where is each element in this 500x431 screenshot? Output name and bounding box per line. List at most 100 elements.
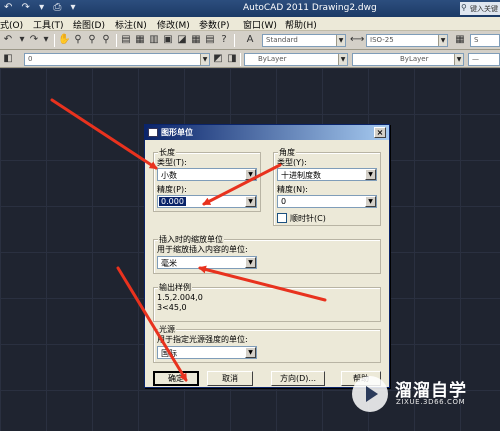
chevron-down-icon[interactable]: ▼ (245, 347, 256, 358)
close-icon[interactable]: × (374, 127, 386, 138)
zoom-previous-icon[interactable]: ⚲ (100, 34, 112, 46)
quick-access-toolbar[interactable]: ↶ ↷ ▾ ⎙ ▾ (4, 2, 79, 13)
dropdown-icon[interactable]: ▾ (40, 34, 52, 46)
menu-draw[interactable]: 绘图(D) (73, 18, 105, 31)
length-type-select[interactable]: 小数 ▼ (157, 168, 257, 181)
make-current-icon[interactable]: ◩ (212, 53, 224, 65)
chevron-down-icon[interactable]: ▼ (365, 169, 376, 180)
sample-output-group-title: 输出样例 (158, 283, 192, 292)
chevron-down-icon[interactable]: ▼ (245, 169, 256, 180)
toolbar-separator (234, 34, 235, 47)
layer-icon[interactable]: ◧ (2, 53, 14, 65)
zoom-window-icon[interactable]: ⚲ (86, 34, 98, 46)
lighting-group: 光源 用于指定光源强度的单位: 国际 ▼ (153, 325, 381, 363)
angle-group: 角度 类型(Y): 十进制度数 ▼ 精度(N): 0 ▼ 顺时针(C) (273, 148, 381, 226)
length-precision-select[interactable]: 0.000 ▼ (157, 195, 257, 208)
search-input[interactable]: ⚲ 键入关键 (460, 2, 500, 15)
sample-output-group: 输出样例 1.5,2.004,0 3<45,0 (153, 283, 381, 322)
quickcalc-icon[interactable]: ▤ (204, 34, 216, 46)
color-select[interactable]: ByLayer ▼ (244, 53, 348, 66)
dialog-app-icon (148, 128, 158, 137)
angle-type-label: 类型(Y): (277, 158, 307, 167)
chevron-down-icon[interactable]: ▼ (336, 35, 345, 46)
dropdown-icon[interactable]: ▾ (16, 34, 28, 46)
insertion-units-value: 毫米 (161, 259, 177, 268)
text-style-select[interactable]: Standard ▼ (262, 34, 346, 47)
length-group: 长度 类型(T): 小数 ▼ 精度(P): 0.000 ▼ (153, 148, 261, 212)
zoom-realtime-icon[interactable]: ⚲ (72, 34, 84, 46)
insertion-scale-group: 插入时的缩放单位 用于缩放插入内容的单位: 毫米 ▼ (153, 235, 381, 274)
dialog-title-bar[interactable]: 图形单位 × (145, 125, 389, 140)
chevron-down-icon[interactable]: ▼ (365, 196, 376, 207)
lineweight-select[interactable]: — (468, 53, 500, 66)
sample-output-line: 1.5,2.004,0 (157, 293, 203, 302)
linetype-value: ByLayer (400, 55, 429, 63)
window-title: AutoCAD 2011 Drawing2.dwg (243, 3, 377, 13)
watermark-url: ZIXUE.3D66.COM (396, 398, 466, 406)
linetype-select[interactable]: ByLayer ▼ (352, 53, 464, 66)
chevron-down-icon[interactable]: ▼ (438, 35, 447, 46)
search-icon: ⚲ (461, 3, 467, 12)
lighting-group-title: 光源 (158, 325, 176, 334)
layer-select[interactable]: 0 ▼ (24, 53, 210, 66)
angle-precision-select[interactable]: 0 ▼ (277, 195, 377, 208)
layer-previous-icon[interactable]: ◨ (226, 53, 238, 65)
undo-icon[interactable]: ↶ (2, 34, 14, 46)
watermark-logo (352, 376, 388, 412)
lighting-units-label: 用于指定光源强度的单位: (157, 335, 248, 344)
title-bar: ↶ ↷ ▾ ⎙ ▾ AutoCAD 2011 Drawing2.dwg ⚲ 键入… (0, 0, 500, 17)
chevron-down-icon[interactable]: ▼ (338, 54, 347, 65)
help-icon[interactable]: ? (218, 34, 230, 46)
dim-style-value: ISO-25 (370, 36, 394, 44)
pan-icon[interactable]: ✋ (58, 34, 70, 46)
tool-palettes-icon[interactable]: ▥ (148, 34, 160, 46)
menu-dimension[interactable]: 标注(N) (115, 18, 147, 31)
menu-help[interactable]: 帮助(H) (285, 18, 317, 31)
menu-tools[interactable]: 工具(T) (33, 18, 64, 31)
ok-button[interactable]: 确定 (153, 371, 199, 386)
insertion-scale-group-title: 插入时的缩放单位 (158, 235, 224, 244)
properties-icon[interactable]: ▤ (120, 34, 132, 46)
menu-modify[interactable]: 修改(M) (157, 18, 190, 31)
menu-parametric[interactable]: 参数(P) (199, 18, 229, 31)
toolbar-separator (54, 34, 55, 47)
search-placeholder: 键入关键 (470, 5, 498, 13)
redo-icon[interactable]: ↷ (28, 34, 40, 46)
length-type-value: 小数 (161, 171, 177, 180)
table-style-icon[interactable]: ▦ (454, 34, 466, 46)
chevron-down-icon[interactable]: ▼ (200, 54, 209, 65)
insertion-units-select[interactable]: 毫米 ▼ (157, 256, 257, 269)
chevron-down-icon[interactable]: ▼ (454, 54, 463, 65)
clockwise-label[interactable]: 顺时针(C) (290, 214, 326, 223)
table-style-select[interactable]: S (470, 34, 500, 47)
direction-button[interactable]: 方向(D)... (271, 371, 325, 386)
calculator-icon[interactable]: ▦ (190, 34, 202, 46)
length-group-title: 长度 (158, 148, 176, 157)
toolbar-separator (116, 34, 117, 47)
sheet-set-icon[interactable]: ▣ (162, 34, 174, 46)
chevron-down-icon[interactable]: ▼ (245, 196, 256, 207)
chevron-down-icon[interactable]: ▼ (245, 257, 256, 268)
lineweight-value: — (472, 55, 479, 63)
table-style-value: S (474, 36, 479, 44)
menu-window[interactable]: 窗口(W) (243, 18, 277, 31)
dim-style-icon[interactable]: ⟷ (350, 34, 364, 46)
dim-style-select[interactable]: ISO-25 ▼ (366, 34, 448, 47)
lighting-units-value: 国际 (161, 349, 177, 358)
layers-toolbar: ◧ 0 ▼ ◩ ◨ ByLayer ▼ ByLayer ▼ — (0, 50, 500, 68)
angle-type-value: 十进制度数 (281, 171, 321, 180)
clockwise-checkbox[interactable] (277, 213, 287, 223)
lighting-units-select[interactable]: 国际 ▼ (157, 346, 257, 359)
angle-group-title: 角度 (278, 148, 296, 157)
markup-icon[interactable]: ◪ (176, 34, 188, 46)
angle-precision-label: 精度(N): (277, 185, 308, 194)
angle-type-select[interactable]: 十进制度数 ▼ (277, 168, 377, 181)
length-precision-label: 精度(P): (157, 185, 187, 194)
menu-format[interactable]: 式(O) (0, 18, 23, 31)
standard-toolbar: ↶ ▾ ↷ ▾ ✋ ⚲ ⚲ ⚲ ▤ ▦ ▥ ▣ ◪ ▦ ▤ ? A Standa… (0, 31, 500, 50)
toolbar-separator (240, 53, 241, 66)
design-center-icon[interactable]: ▦ (134, 34, 146, 46)
color-value: ByLayer (258, 55, 287, 63)
text-style-icon[interactable]: A (244, 34, 256, 46)
cancel-button[interactable]: 取消 (207, 371, 253, 386)
